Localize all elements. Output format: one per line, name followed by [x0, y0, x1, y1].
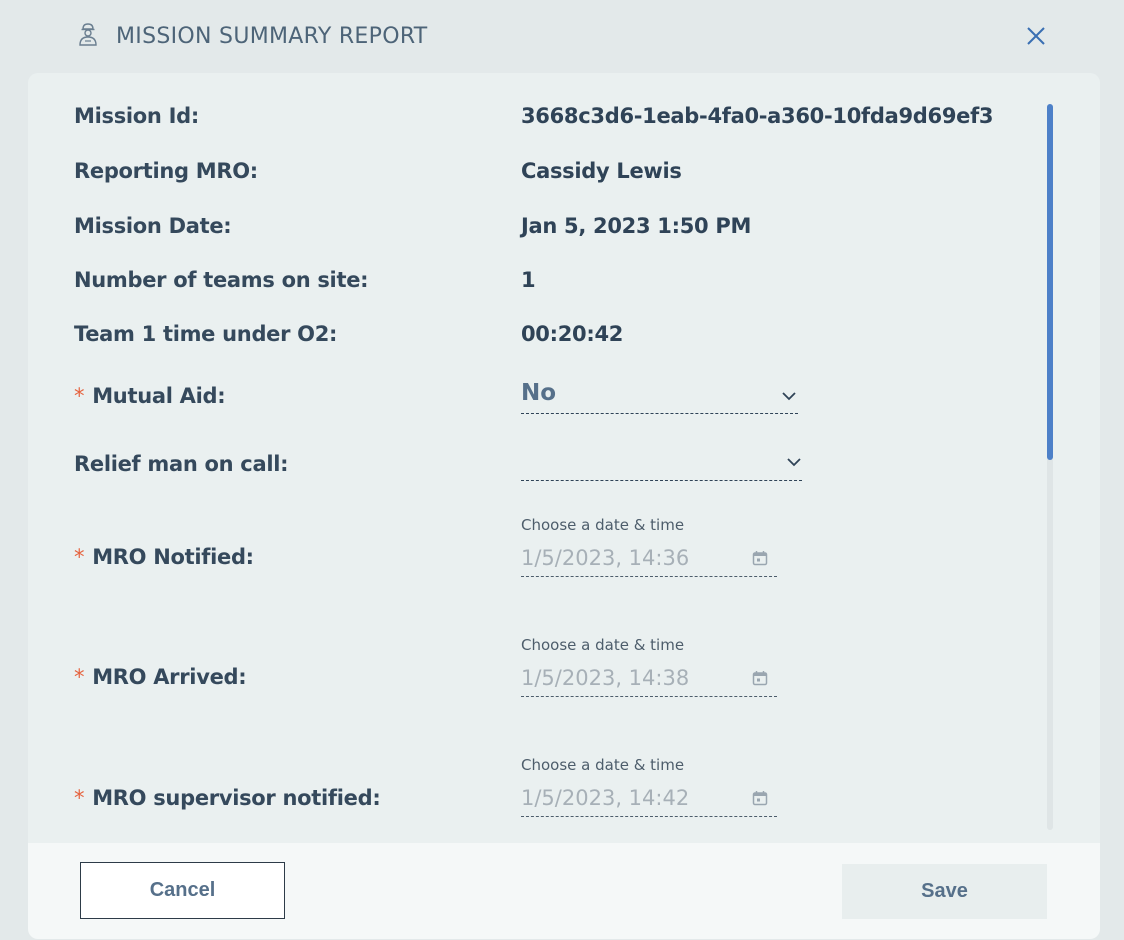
- mro-arrived-label-text: MRO Arrived:: [92, 665, 247, 689]
- scrollbar-thumb[interactable]: [1047, 104, 1053, 460]
- mro-arrived-datetime-input[interactable]: 1/5/2023, 14:38: [521, 664, 777, 697]
- mro-supervisor-notified-label: * MRO supervisor notified:: [74, 786, 381, 810]
- teams-on-site-value: 1: [521, 268, 536, 292]
- relief-man-label: Relief man on call:: [74, 452, 289, 476]
- calendar-icon[interactable]: [752, 670, 768, 686]
- mro-notified-datetime-input[interactable]: 1/5/2023, 14:36: [521, 544, 777, 577]
- dialog-title: MISSION SUMMARY REPORT: [116, 24, 428, 49]
- mro-notified-value: 1/5/2023, 14:36: [521, 546, 690, 570]
- required-mark: *: [74, 786, 85, 810]
- team1-o2-label: Team 1 time under O2:: [74, 322, 338, 346]
- mutual-aid-select[interactable]: No: [521, 380, 798, 414]
- mro-arrived-hint: Choose a date & time: [521, 636, 685, 654]
- mro-supervisor-notified-value: 1/5/2023, 14:42: [521, 786, 690, 810]
- mission-id-label: Mission Id:: [74, 104, 199, 128]
- user-helmet-icon: [79, 23, 97, 46]
- mutual-aid-label: * Mutual Aid:: [74, 384, 226, 408]
- mro-notified-label-text: MRO Notified:: [92, 545, 254, 569]
- mro-notified-label: * MRO Notified:: [74, 545, 254, 569]
- calendar-icon[interactable]: [752, 790, 768, 806]
- required-mark: *: [74, 545, 85, 569]
- mro-supervisor-notified-datetime-input[interactable]: 1/5/2023, 14:42: [521, 784, 777, 817]
- mro-notified-hint: Choose a date & time: [521, 516, 685, 534]
- mro-arrived-label: * MRO Arrived:: [74, 665, 247, 689]
- relief-man-select[interactable]: [521, 446, 802, 481]
- chevron-down-icon: [787, 458, 801, 467]
- required-mark: *: [74, 665, 85, 689]
- mission-summary-dialog: MISSION SUMMARY REPORT Mission Id: 3668c…: [0, 0, 1124, 940]
- dialog-header: MISSION SUMMARY REPORT: [0, 0, 1124, 72]
- cancel-button[interactable]: Cancel: [80, 862, 285, 919]
- close-icon[interactable]: [1022, 22, 1050, 50]
- calendar-icon[interactable]: [752, 550, 768, 566]
- team1-o2-value: 00:20:42: [521, 322, 624, 346]
- mro-supervisor-notified-label-text: MRO supervisor notified:: [92, 786, 381, 810]
- mission-date-value: Jan 5, 2023 1:50 PM: [521, 214, 752, 238]
- scrollbar-track[interactable]: [1047, 104, 1053, 830]
- mission-date-label: Mission Date:: [74, 214, 232, 238]
- chevron-down-icon: [782, 392, 796, 401]
- teams-on-site-label: Number of teams on site:: [74, 268, 369, 292]
- mro-arrived-value: 1/5/2023, 14:38: [521, 666, 690, 690]
- required-mark: *: [74, 384, 85, 408]
- save-button[interactable]: Save: [842, 864, 1047, 919]
- reporting-mro-label: Reporting MRO:: [74, 159, 258, 183]
- reporting-mro-value: Cassidy Lewis: [521, 159, 682, 183]
- mission-id-value: 3668c3d6-1eab-4fa0-a360-10fda9d69ef3: [521, 104, 994, 128]
- mro-supervisor-notified-hint: Choose a date & time: [521, 756, 685, 774]
- mutual-aid-value: No: [521, 380, 557, 406]
- mutual-aid-label-text: Mutual Aid:: [92, 384, 226, 408]
